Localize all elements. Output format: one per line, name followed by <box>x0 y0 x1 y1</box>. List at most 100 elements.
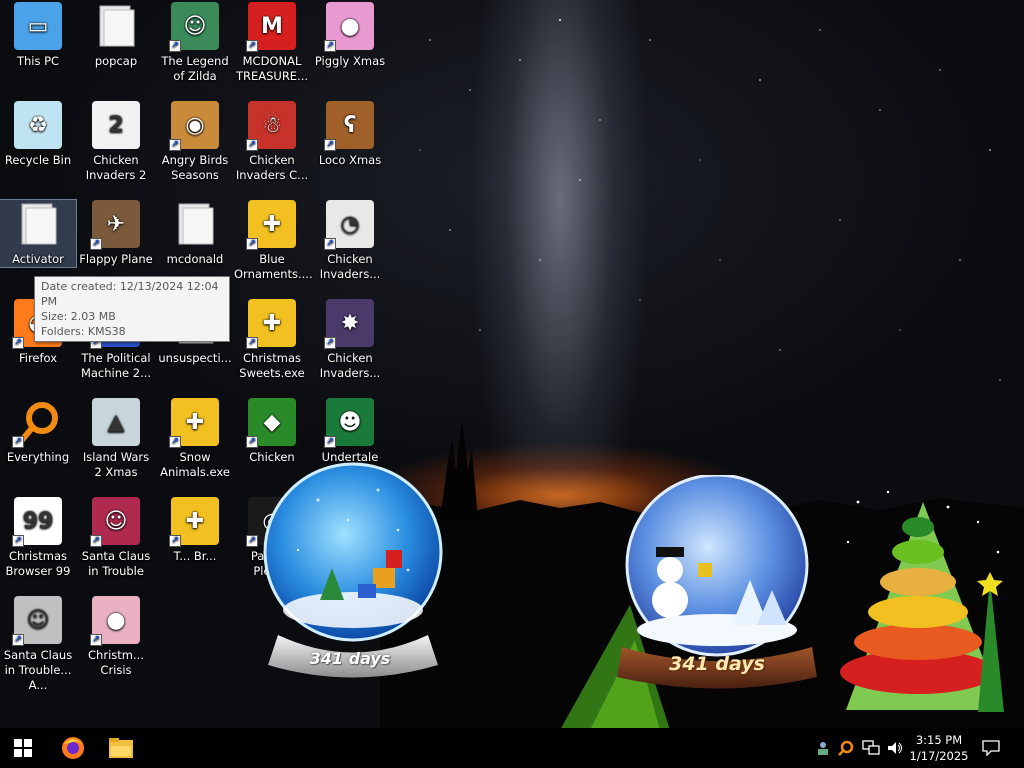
tray-people-network-icon[interactable] <box>812 728 834 768</box>
taskbar-clock[interactable]: 3:15 PM 1/17/2025 <box>906 732 972 764</box>
shortcut-arrow-icon: ↗ <box>169 535 181 547</box>
desktop-icon-label: Everything <box>6 450 70 464</box>
santa-icon: ☺ ↗ <box>12 596 62 646</box>
desktop-icon-label: Activator <box>12 252 64 266</box>
recycle-bin-icon: ♻ <box>14 101 62 149</box>
desktop-icon-undertale[interactable]: ☻ ↗ Undertale <box>312 398 388 465</box>
desktop-icon-popcap[interactable]: popcap <box>78 2 154 69</box>
puzzle-icon: ✚ ↗ <box>246 299 296 349</box>
desktop-icon-blue-ornaments[interactable]: ✚ ↗ Blue Ornaments.... <box>234 200 313 282</box>
tree-icon: 99 ↗ <box>12 497 62 547</box>
desktop-icon-angry-birds-seasons[interactable]: ◉ ↗ Angry Birds Seasons <box>157 101 233 183</box>
shortcut-arrow-icon: ↗ <box>246 40 258 52</box>
shortcut-arrow-icon: ↗ <box>90 238 102 250</box>
desktop-icon-christm-crisis[interactable]: ● ↗ Christm... Crisis <box>78 596 154 678</box>
taskbar: 3:15 PM 1/17/2025 <box>0 728 1024 768</box>
desktop-icon-christmas-browser-99[interactable]: 99 ↗ Christmas Browser 99 <box>0 497 76 579</box>
clock-date: 1/17/2025 <box>909 749 969 763</box>
desktop-icon-chicken-invaders-2[interactable]: 2 Chicken Invaders 2 <box>78 101 154 183</box>
desktop-icon-chicken-invaders[interactable]: ◔ ↗ Chicken Invaders... <box>312 200 388 282</box>
desktop-icon-label: Christmas Sweets.exe <box>239 351 305 380</box>
shortcut-arrow-icon: ↗ <box>169 40 181 52</box>
game-icon: ☺ ↗ <box>169 2 219 52</box>
network-icon[interactable] <box>860 728 882 768</box>
start-button[interactable] <box>0 728 46 768</box>
plane-icon: ✈ ↗ <box>90 200 140 250</box>
countdown-label-left: 341 days <box>309 649 391 668</box>
desktop-icon-label: unsuspecti... <box>158 351 232 365</box>
desktop-icon-everything[interactable]: ↗ Everything <box>0 398 76 465</box>
pig-icon-glyph: ● <box>340 13 360 39</box>
desktop-icon-label: Christm... Crisis <box>88 648 144 677</box>
shortcut-arrow-icon: ↗ <box>90 535 102 547</box>
desktop-icon-activator[interactable]: Activator <box>0 199 77 268</box>
desktop-icon-santa-claus-in-trouble[interactable]: ☺ ↗ Santa Claus in Trouble <box>78 497 154 579</box>
island-icon-glyph: ▲ <box>107 409 125 435</box>
tray-everything-search-icon[interactable] <box>835 728 857 768</box>
desktop-icon-mcdonald[interactable]: mcdonald <box>157 200 233 267</box>
santa-icon-glyph: ☺ <box>104 508 128 534</box>
folder-icon <box>92 2 140 50</box>
desktop-icon-christmas-sweets-exe[interactable]: ✚ ↗ Christmas Sweets.exe <box>234 299 310 381</box>
notification-icon <box>982 740 1000 756</box>
shortcut-arrow-icon: ↗ <box>90 634 102 646</box>
desktop-icon-recycle-bin[interactable]: ♻ Recycle Bin <box>0 101 76 168</box>
pig-icon: ● ↗ <box>90 596 140 646</box>
desktop-icon-label: Santa Claus in Trouble <box>81 549 151 578</box>
desktop-icon-santa-claus-in-trouble-a[interactable]: ☺ ↗ Santa Claus in Trouble... A... <box>0 596 76 693</box>
desktop-icon-chicken-invaders[interactable]: ✸ ↗ Chicken Invaders... <box>312 299 388 381</box>
santa-icon-glyph: ☺ <box>26 607 50 633</box>
desktop-icon-label: The Political Machine 2... <box>80 351 152 380</box>
taskbar-firefox-button[interactable] <box>50 728 96 768</box>
chicken-icon: ☃ ↗ <box>246 101 296 151</box>
desktop-icon-flappy-plane[interactable]: ✈ ↗ Flappy Plane <box>78 200 154 267</box>
shortcut-arrow-icon: ↗ <box>324 337 336 349</box>
puzzle-icon-glyph: ✚ <box>185 508 205 534</box>
desktop-icon-the-legend-of-zilda[interactable]: ☺ ↗ The Legend of Zilda <box>157 2 233 84</box>
desktop-icon-snow-animals-exe[interactable]: ✚ ↗ Snow Animals.exe <box>157 398 233 480</box>
puzzle-icon-glyph: ✚ <box>262 211 282 237</box>
desktop-icon-chicken[interactable]: ◆ ↗ Chicken <box>234 398 310 465</box>
desktop-icon-label: Blue Ornaments.... <box>234 252 313 281</box>
tooltip-size: Size: 2.03 MB <box>41 310 116 323</box>
file-tooltip: Date created: 12/13/2024 12:04 PM Size: … <box>34 276 230 342</box>
volume-icon[interactable] <box>884 728 906 768</box>
desktop-icon-t-br[interactable]: ✚ ↗ T... Br... <box>157 497 233 564</box>
desktop-icon-mcdonal-treasure[interactable]: M ↗ MCDONAL TREASURE... <box>234 2 310 84</box>
desktop-icon-label: Firefox <box>18 351 58 365</box>
chicken-icon-glyph: ☃ <box>262 112 282 138</box>
firefox-icon <box>62 737 84 759</box>
desktop-icon-this-pc[interactable]: ▭ This PC <box>0 2 76 69</box>
folder-icon <box>14 200 62 248</box>
puzzle-icon-glyph: ✚ <box>262 310 282 336</box>
desktop-icon-label: Recycle Bin <box>4 153 72 167</box>
tooltip-folders: Folders: KMS38 <box>41 325 126 338</box>
shortcut-arrow-icon: ↗ <box>324 238 336 250</box>
desktop-icon-label: Piggly Xmas <box>314 54 386 68</box>
search-icon: ↗ <box>12 398 62 448</box>
desktop-icon-piggly-xmas[interactable]: ● ↗ Piggly Xmas <box>312 2 388 69</box>
chicken-icon-glyph: ◆ <box>263 409 281 435</box>
desktop-icon-label: The Legend of Zilda <box>161 54 229 83</box>
chicken-icon-glyph: ◔ <box>340 211 360 237</box>
shortcut-arrow-icon: ↗ <box>324 40 336 52</box>
shortcut-arrow-icon: ↗ <box>12 634 24 646</box>
mcdonalds-icon: M ↗ <box>246 2 296 52</box>
desktop-icon-label: Chicken Invaders... <box>319 252 381 281</box>
shortcut-arrow-icon: ↗ <box>246 238 258 250</box>
desktop-icon-chicken-invaders-c[interactable]: ☃ ↗ Chicken Invaders C... <box>234 101 310 183</box>
taskbar-file-explorer-button[interactable] <box>98 728 144 768</box>
desktop-icon-label: popcap <box>94 54 138 68</box>
action-center-button[interactable] <box>976 728 1006 768</box>
tooltip-date-created: Date created: 12/13/2024 12:04 PM <box>41 280 219 308</box>
file-explorer-icon <box>109 738 133 758</box>
tree-icon-glyph: 99 <box>22 508 54 534</box>
shortcut-arrow-icon: ↗ <box>12 535 24 547</box>
desktop-icon-loco-xmas[interactable]: ʕ ↗ Loco Xmas <box>312 101 388 168</box>
chicken-icon: ◆ ↗ <box>246 398 296 448</box>
desktop-icon-island-wars-2-xmas[interactable]: ▲ Island Wars 2 Xmas <box>78 398 154 480</box>
desktop-icon-label: Santa Claus in Trouble... A... <box>3 648 73 692</box>
chicken-icon: ◔ ↗ <box>324 200 374 250</box>
chicken-icon: ✸ ↗ <box>324 299 374 349</box>
chicken-icon: 2 <box>92 101 140 149</box>
